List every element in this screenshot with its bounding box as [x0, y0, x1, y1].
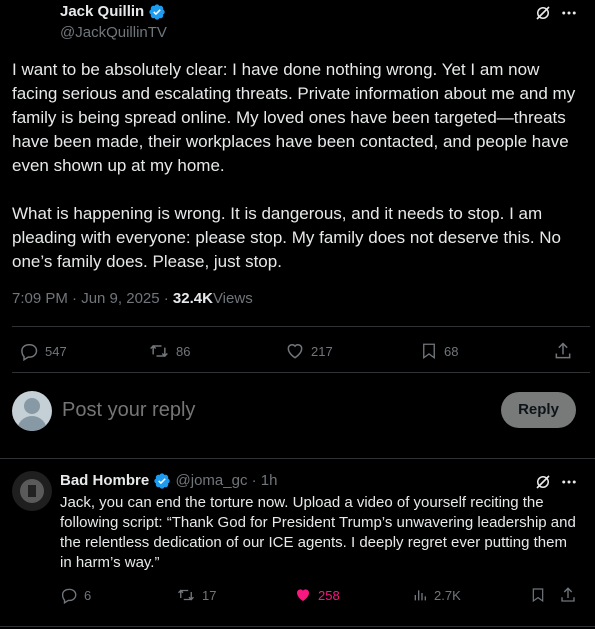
bookmark-action-button[interactable]: [530, 586, 546, 604]
reply-action-button[interactable]: 547: [19, 341, 67, 361]
divider: [0, 626, 595, 627]
repost-icon: [150, 344, 168, 358]
reply-author-handle[interactable]: @joma_gc: [176, 472, 248, 489]
more-options-icon[interactable]: [560, 473, 578, 491]
like-action-button[interactable]: 217: [285, 341, 333, 361]
like-count: 258: [318, 587, 340, 603]
verified-badge-icon: [154, 473, 171, 489]
reply-icon: [61, 588, 77, 604]
grok-icon[interactable]: [534, 473, 552, 491]
bookmark-count: 68: [444, 343, 459, 359]
like-count: 217: [311, 343, 333, 359]
analytics-icon: [414, 590, 426, 601]
bookmark-action-button[interactable]: 68: [420, 341, 458, 361]
share-icon: [561, 587, 575, 602]
heart-filled-icon: [297, 589, 309, 601]
views-count: 32.4K: [172, 290, 213, 307]
current-user-avatar[interactable]: [12, 391, 52, 431]
post-text: I want to be absolutely clear: I have do…: [12, 60, 576, 271]
author-name-text[interactable]: Jack Quillin: [60, 3, 144, 20]
reply-author-avatar[interactable]: [12, 471, 52, 511]
divider: [12, 372, 590, 373]
heart-icon: [287, 344, 303, 359]
bookmark-icon: [423, 343, 435, 360]
reply-time[interactable]: · 1h: [247, 472, 278, 489]
reply-action-button[interactable]: 6: [60, 586, 91, 604]
share-button[interactable]: [559, 586, 577, 604]
views-label: Views: [212, 290, 253, 307]
author-name[interactable]: Jack Quillin: [60, 3, 166, 21]
repost-count: 17: [202, 587, 217, 603]
post-meta: 7:09 PM · Jun 9, 2025 · 32.4KViews: [12, 290, 253, 307]
repost-icon: [178, 589, 194, 601]
grok-icon[interactable]: [534, 4, 552, 22]
views-count: 2.7K: [434, 587, 461, 603]
reply-text: Jack, you can end the torture now. Uploa…: [60, 494, 576, 571]
divider: [12, 326, 590, 327]
bookmark-icon: [532, 588, 544, 603]
reply-composer-input[interactable]: [62, 396, 462, 424]
share-icon: [555, 342, 571, 359]
reply-count: 6: [84, 587, 92, 603]
like-action-button[interactable]: 258: [294, 586, 340, 604]
verified-badge-icon: [149, 4, 166, 20]
repost-action-button[interactable]: 17: [176, 586, 216, 604]
author-handle[interactable]: @JackQuillinTV: [60, 24, 167, 41]
share-button[interactable]: [553, 341, 573, 361]
reply-icon: [21, 344, 38, 361]
post-timestamp[interactable]: 7:09 PM · Jun 9, 2025 ·: [12, 290, 173, 307]
divider: [0, 458, 595, 459]
reply-count: 547: [45, 343, 67, 359]
repost-count: 86: [176, 343, 191, 359]
reply-button[interactable]: Reply: [501, 392, 576, 428]
reply-author-line: Bad Hombre @joma_gc · 1h: [60, 472, 277, 490]
views-action-button[interactable]: 2.7K: [412, 586, 461, 604]
repost-action-button[interactable]: 86: [148, 341, 190, 361]
more-options-icon[interactable]: [560, 4, 578, 22]
reply-author-name[interactable]: Bad Hombre: [60, 472, 149, 489]
